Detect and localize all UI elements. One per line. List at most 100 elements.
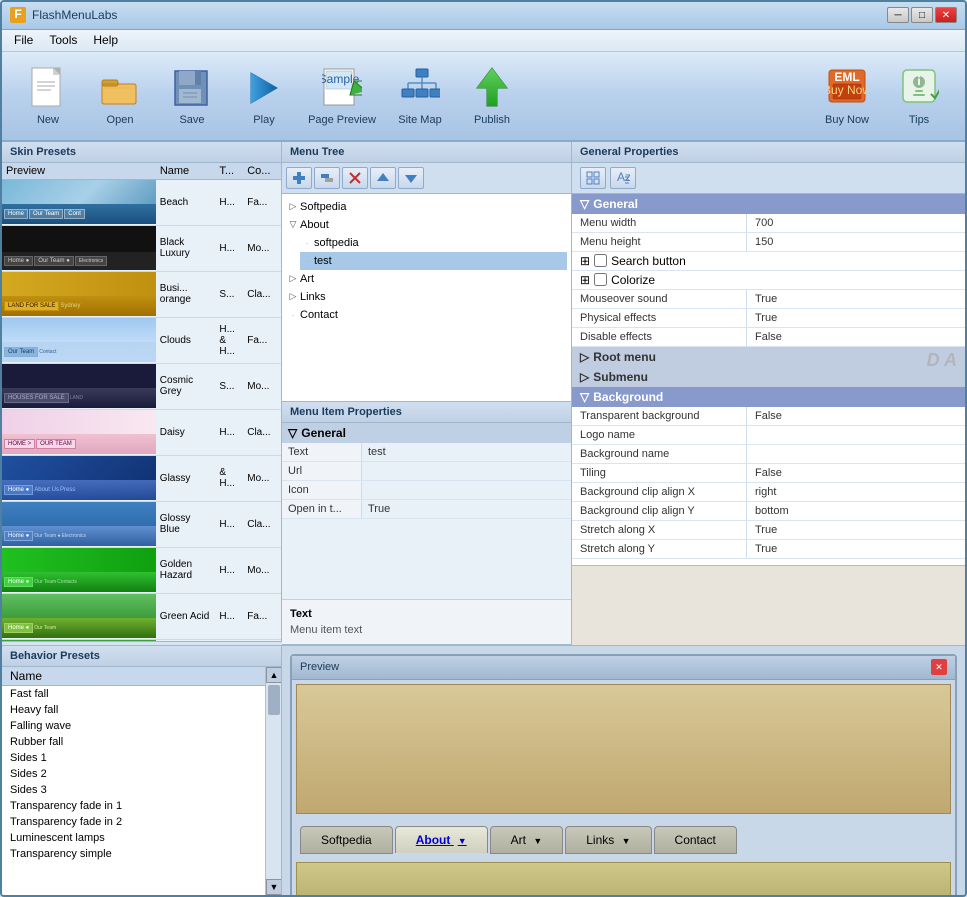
move-up-button[interactable]	[370, 167, 396, 189]
skin-row-golden-hazard[interactable]: Home ● Our Team Contacts Golden Hazard H…	[2, 548, 281, 594]
tree-item-softpedia-child[interactable]: · softpedia	[300, 234, 567, 252]
bp-item-rubber-fall[interactable]: Rubber fall	[2, 734, 265, 750]
menu-file[interactable]: File	[6, 31, 41, 49]
bp-item-heavy-fall[interactable]: Heavy fall	[2, 702, 265, 718]
bp-scroll-up[interactable]: ▲	[266, 667, 281, 683]
tree-content[interactable]: ▷ Softpedia ▽ About · softpedia	[282, 194, 571, 401]
props-icon-val[interactable]	[362, 481, 571, 499]
gp-mouseover-val[interactable]: True	[747, 290, 965, 308]
gp-tiling-val[interactable]: False	[747, 464, 965, 482]
gp-content[interactable]: ▽ General Menu width 700 Menu height 150…	[572, 194, 965, 565]
skin-table[interactable]: Preview Name T... Co... HomeOur TeamCont…	[2, 163, 281, 641]
page-preview-button[interactable]: Sample Page Preview	[302, 59, 382, 133]
open-button[interactable]: Open	[86, 59, 154, 133]
gp-colorize-checkbox[interactable]	[594, 273, 607, 286]
gp-bg-clip-x-val[interactable]: right	[747, 483, 965, 501]
gp-disable-val[interactable]: False	[747, 328, 965, 346]
gp-search-checkbox[interactable]	[594, 254, 607, 267]
gp-stretch-y-val[interactable]: True	[747, 540, 965, 558]
skin-row-green-future[interactable]: Home ● About Us Green Future H... Mo...	[2, 640, 281, 641]
skin-row-green-acid[interactable]: Home ● Our Team Green Acid H... Fa...	[2, 594, 281, 640]
close-button[interactable]: ✕	[935, 7, 957, 23]
props-openin-val[interactable]: True	[362, 500, 571, 518]
gp-search-row[interactable]: ⊞ Search button	[572, 252, 965, 271]
skin-row-cosmic-grey[interactable]: HOUSES FOR SALE LAND Cosmic Grey S... Mo…	[2, 364, 281, 410]
menu-help[interactable]: Help	[85, 31, 126, 49]
tree-expand-softpedia[interactable]: ▷	[286, 200, 300, 214]
preview-tab-links[interactable]: Links ▼	[565, 826, 651, 854]
gp-section-background[interactable]: ▽ Background	[572, 387, 965, 407]
props-url-val[interactable]	[362, 462, 571, 480]
preview-tab-art[interactable]: Art ▼	[490, 826, 564, 854]
gp-sort-button[interactable]: Az	[610, 167, 636, 189]
play-button[interactable]: Play	[230, 59, 298, 133]
bp-scroll-thumb[interactable]	[268, 685, 280, 715]
skin-row-black-luxury[interactable]: Home ●Our Team ●Electronics Black Luxury…	[2, 226, 281, 272]
tree-expand-about[interactable]: ▽	[286, 218, 300, 232]
bp-scroll-down[interactable]: ▼	[266, 879, 281, 895]
preview-close-button[interactable]: ✕	[931, 659, 947, 675]
props-general-header[interactable]: ▽ General	[282, 423, 571, 443]
gp-section-submenu[interactable]: ▷ Submenu	[572, 367, 965, 387]
tree-expand-test[interactable]: ·	[300, 254, 314, 268]
bp-item-sides-3[interactable]: Sides 3	[2, 782, 265, 798]
gp-section-general[interactable]: ▽ General	[572, 194, 965, 214]
tree-item-test[interactable]: · test	[300, 252, 567, 270]
gp-bg-clip-y-val[interactable]: bottom	[747, 502, 965, 520]
tree-item-softpedia[interactable]: ▷ Softpedia	[286, 198, 567, 216]
tree-expand-art[interactable]: ▷	[286, 272, 300, 286]
bp-item-fast-fall[interactable]: Fast fall	[2, 686, 265, 702]
gp-root-menu-collapse: ▷	[580, 350, 589, 364]
save-button[interactable]: Save	[158, 59, 226, 133]
bp-item-transparency-1[interactable]: Transparency fade in 1	[2, 798, 265, 814]
tips-button[interactable]: i Tips	[885, 59, 953, 133]
tree-item-art[interactable]: ▷ Art	[286, 270, 567, 288]
gp-logo-name-val[interactable]	[747, 426, 965, 444]
tree-expand-links[interactable]: ▷	[286, 290, 300, 304]
preview-tab-contact[interactable]: Contact	[654, 826, 737, 854]
add-submenu-button[interactable]	[314, 167, 340, 189]
bp-item-luminescent[interactable]: Luminescent lamps	[2, 830, 265, 846]
site-map-button[interactable]: Site Map	[386, 59, 454, 133]
tree-item-links[interactable]: ▷ Links	[286, 288, 567, 306]
tree-item-about[interactable]: ▽ About	[286, 216, 567, 234]
skin-row-clouds[interactable]: Our Team Contact Clouds H... & H... Fa..…	[2, 318, 281, 364]
gp-physical-val[interactable]: True	[747, 309, 965, 327]
add-item-button[interactable]	[286, 167, 312, 189]
skin-row-beach[interactable]: HomeOur TeamCont Beach H... Fa...	[2, 180, 281, 226]
preview-tab-softpedia[interactable]: Softpedia	[300, 826, 393, 854]
gp-menu-height-val[interactable]: 150	[747, 233, 965, 251]
delete-item-button[interactable]	[342, 167, 368, 189]
publish-button[interactable]: Publish	[458, 59, 526, 133]
menubar: File Tools Help	[2, 30, 965, 52]
bp-item-transparency-simple[interactable]: Transparency simple	[2, 846, 265, 862]
gp-grid-button[interactable]	[580, 167, 606, 189]
skin-row-glassy[interactable]: Home ● About Us Press Glassy & H... Mo..…	[2, 456, 281, 502]
bp-item-sides-1[interactable]: Sides 1	[2, 750, 265, 766]
move-down-button[interactable]	[398, 167, 424, 189]
gp-transparent-bg-val[interactable]: False	[747, 407, 965, 425]
skin-row-business-orange[interactable]: LAND FOR SALE Sydney Busi... orange S...…	[2, 272, 281, 318]
gp-menu-width-val[interactable]: 700	[747, 214, 965, 232]
new-button[interactable]: New	[14, 59, 82, 133]
tree-expand-contact[interactable]: ·	[286, 308, 300, 322]
maximize-button[interactable]: □	[911, 7, 933, 23]
gp-stretch-x-val[interactable]: True	[747, 521, 965, 539]
tree-item-contact[interactable]: · Contact	[286, 306, 567, 324]
bp-scrollbar[interactable]: ▲ ▼	[265, 667, 281, 895]
skin-row-daisy[interactable]: HOME > OUR TEAM Daisy H... Cla...	[2, 410, 281, 456]
minimize-button[interactable]: ─	[887, 7, 909, 23]
gp-section-root-menu[interactable]: ▷ Root menu D A	[572, 347, 965, 367]
bp-item-sides-2[interactable]: Sides 2	[2, 766, 265, 782]
bp-list[interactable]: Name Fast fall Heavy fall Falling wave R…	[2, 667, 265, 895]
preview-tab-about[interactable]: About ▼	[395, 826, 488, 853]
menu-tools[interactable]: Tools	[41, 31, 85, 49]
props-text-val[interactable]: test	[362, 443, 571, 461]
gp-colorize-row[interactable]: ⊞ Colorize	[572, 271, 965, 290]
bp-item-transparency-2[interactable]: Transparency fade in 2	[2, 814, 265, 830]
gp-bg-name-val[interactable]	[747, 445, 965, 463]
skin-row-glossy-blue[interactable]: Home ● Our Team ● Electronics Glossy Blu…	[2, 502, 281, 548]
bp-item-falling-wave[interactable]: Falling wave	[2, 718, 265, 734]
buy-now-button[interactable]: EML Buy Now Buy Now	[813, 59, 881, 133]
tree-expand-softpedia-child[interactable]: ·	[300, 236, 314, 250]
